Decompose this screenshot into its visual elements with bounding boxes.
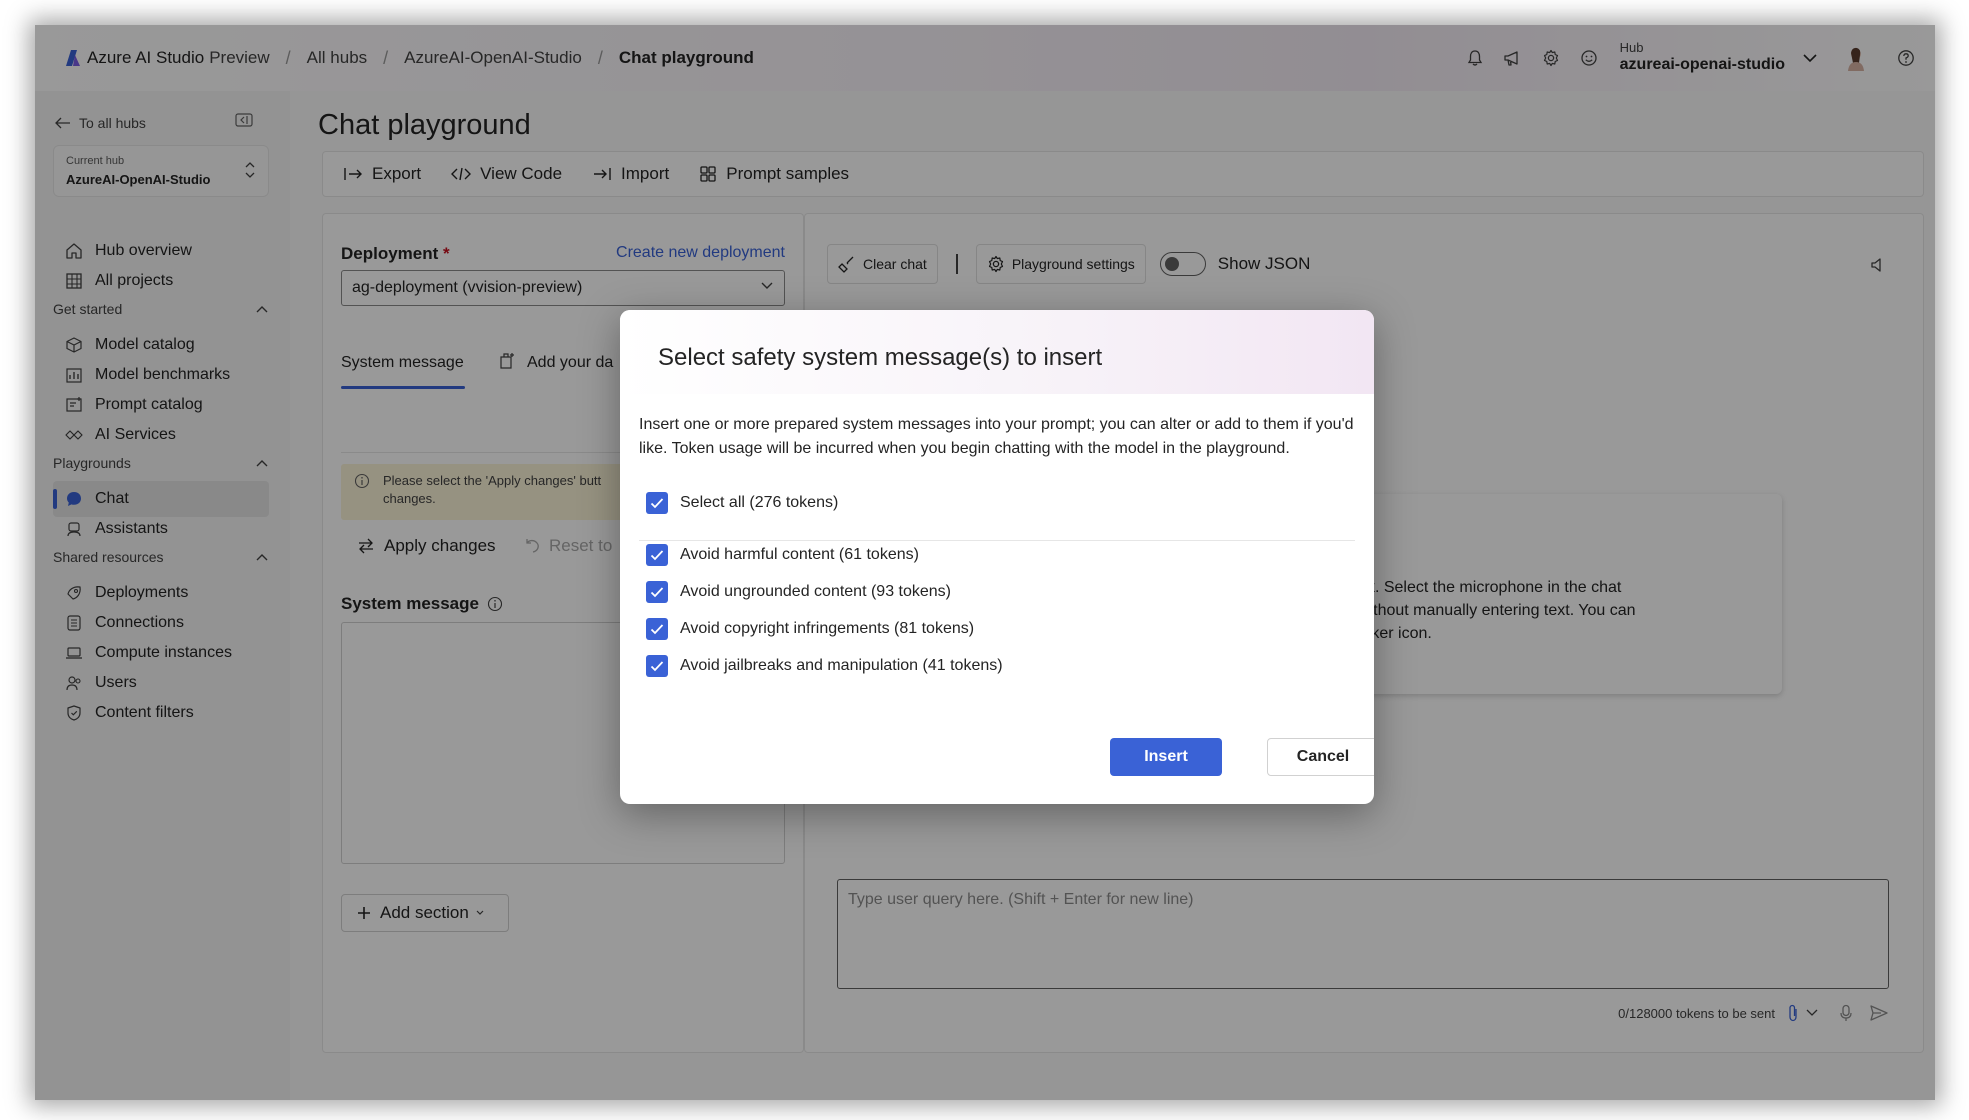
insert-button[interactable]: Insert [1110, 738, 1222, 776]
select-all-checkbox-row[interactable]: Select all (276 tokens) [646, 492, 838, 514]
option-copyright-infringements[interactable]: Avoid copyright infringements (81 tokens… [646, 618, 974, 640]
checkbox-checked[interactable] [646, 492, 668, 514]
option-label: Avoid harmful content (61 tokens) [680, 546, 919, 563]
checkmark-icon [650, 587, 664, 598]
option-ungrounded-content[interactable]: Avoid ungrounded content (93 tokens) [646, 581, 951, 603]
checkbox-checked[interactable] [646, 655, 668, 677]
checkbox-checked[interactable] [646, 618, 668, 640]
checkbox-checked[interactable] [646, 544, 668, 566]
app-window: Azure AI Studio Preview / All hubs / Azu… [35, 25, 1935, 1100]
option-label: Avoid ungrounded content (93 tokens) [680, 583, 952, 600]
checkmark-icon [650, 624, 664, 635]
dialog-divider [639, 540, 1355, 541]
checkbox-checked[interactable] [646, 581, 668, 603]
checkmark-icon [650, 550, 664, 561]
option-harmful-content[interactable]: Avoid harmful content (61 tokens) [646, 544, 919, 566]
checkmark-icon [650, 661, 664, 672]
select-all-label: Select all (276 tokens) [680, 494, 839, 511]
dialog-description: Insert one or more prepared system messa… [639, 416, 1354, 457]
dialog-title: Select safety system message(s) to inser… [620, 310, 1374, 394]
option-label: Avoid copyright infringements (81 tokens… [680, 620, 975, 637]
option-label: Avoid jailbreaks and manipulation (41 to… [680, 657, 1003, 674]
cancel-button[interactable]: Cancel [1267, 738, 1374, 776]
safety-message-dialog: Select safety system message(s) to inser… [620, 310, 1374, 804]
checkmark-icon [650, 498, 664, 509]
option-jailbreaks[interactable]: Avoid jailbreaks and manipulation (41 to… [646, 655, 1003, 677]
